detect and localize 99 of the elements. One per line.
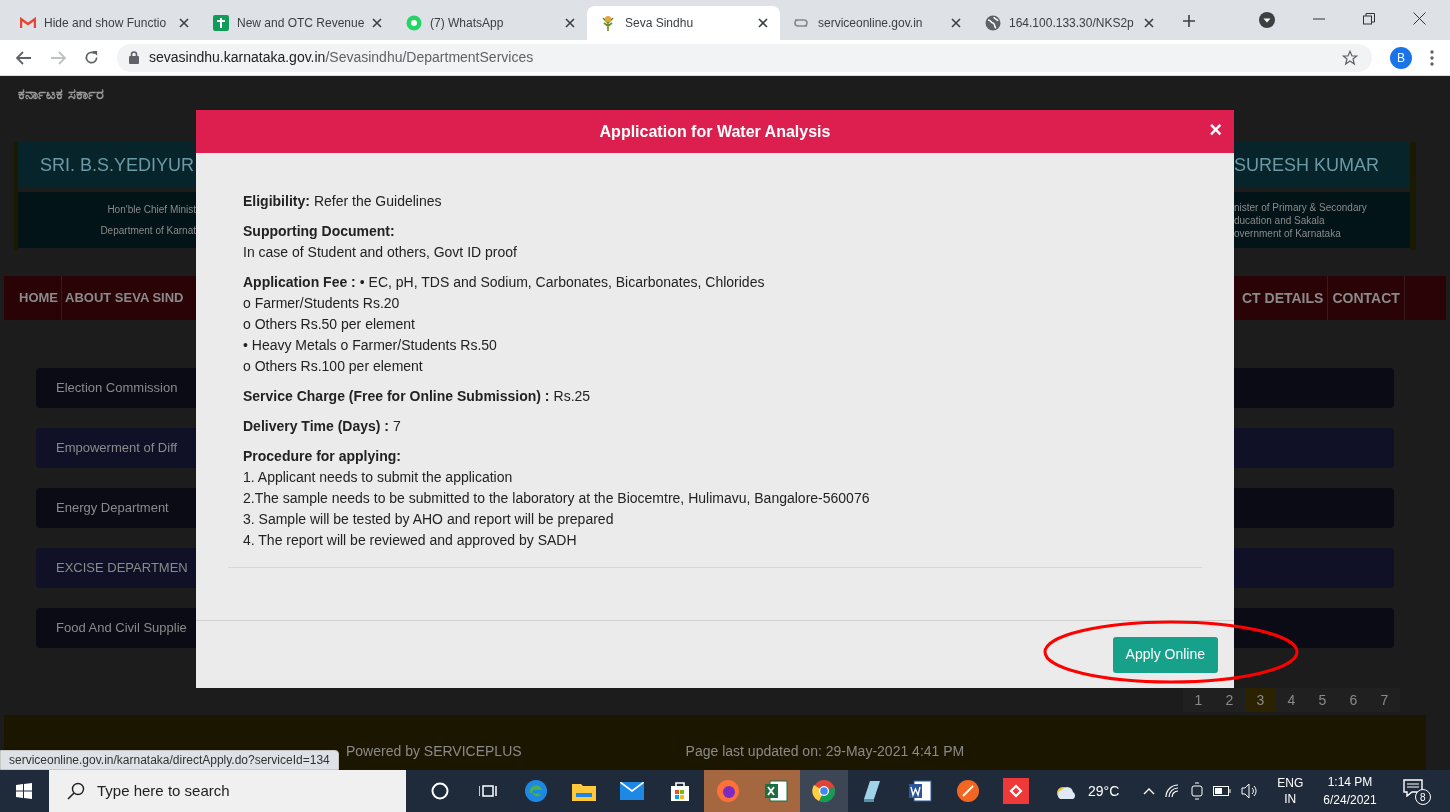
close-window-icon[interactable] xyxy=(1413,12,1426,25)
page-link[interactable]: 4 xyxy=(1276,688,1307,712)
clock[interactable]: 1:14 PM 6/24/2021 xyxy=(1323,773,1377,809)
mail-icon xyxy=(20,17,36,29)
address-field[interactable]: sevasindhu.karnataka.gov.in/Sevasindhu/DepartmentServices xyxy=(117,43,1372,72)
browser-tab[interactable]: (7) WhatsApp xyxy=(394,6,587,40)
browser-icon[interactable] xyxy=(524,779,548,803)
field-label: Eligibility: xyxy=(243,193,310,209)
mail-icon[interactable] xyxy=(620,782,644,800)
notification-count: 8 xyxy=(1414,789,1431,805)
close-icon[interactable] xyxy=(1144,18,1154,28)
page-link[interactable]: 3 xyxy=(1245,688,1276,712)
department-item[interactable]: Empowerment of Diff xyxy=(36,428,196,468)
reload-icon[interactable] xyxy=(84,50,99,65)
status-url: serviceonline.gov.in/karnataka/directApply.do?serviceId=134 xyxy=(0,750,339,770)
field-value: Rs.25 xyxy=(553,388,591,404)
chat-icon xyxy=(406,15,422,31)
page-link[interactable]: 2 xyxy=(1214,688,1245,712)
tab-search-icon[interactable] xyxy=(1259,12,1275,28)
logo-text: ಕರ್ನಾಟಕ ಸರ್ಕಾರ xyxy=(18,83,105,105)
close-icon[interactable] xyxy=(758,18,768,28)
field-value: • EC, pH, TDS and Sodium, Carbonates, Bicarbonates, Chlorides xyxy=(359,274,765,290)
field-value: • Heavy Metals o Farmer/Students Rs.50 xyxy=(243,336,498,355)
nav-link[interactable]: HOME xyxy=(16,276,61,320)
document-icon[interactable] xyxy=(908,779,932,803)
field-value: o Others Rs.50 per element xyxy=(243,315,416,334)
field-label: Procedure for applying: xyxy=(243,447,402,466)
footer-text: Page last updated on: 29-May-2021 4:41 PM xyxy=(685,742,965,761)
modal-title: Application for Water Analysis xyxy=(599,121,831,142)
field-label: Application Fee : xyxy=(243,274,356,290)
notifications-button[interactable]: 8 xyxy=(1402,777,1431,805)
spreadsheet-icon[interactable] xyxy=(764,780,788,802)
lock-icon xyxy=(129,51,139,64)
menu-icon[interactable] xyxy=(1430,49,1434,66)
field-value: 7 xyxy=(393,418,401,434)
close-icon[interactable] xyxy=(179,18,189,28)
field-value: o Others Rs.100 per element xyxy=(243,357,424,376)
battery-icon[interactable] xyxy=(1213,786,1232,796)
field-label: Service Charge (Free for Online Submission) : xyxy=(243,388,550,404)
field-value: 4. The report will be reviewed and approved by SADH xyxy=(243,531,578,550)
tree-icon xyxy=(599,14,617,32)
field-value: 1. Applicant needs to submit the application xyxy=(243,468,514,487)
page-link[interactable]: 7 xyxy=(1369,688,1400,712)
new-tab-icon[interactable] xyxy=(1182,14,1196,28)
banner-caption: overnment of Karnataka xyxy=(1234,226,1342,240)
star-icon[interactable] xyxy=(1342,49,1358,66)
field-value: 2.The sample needs to be submitted to the laboratory at the Biocemtre, Hulimavu, Bangalore-560076 xyxy=(243,489,871,508)
banner-caption: ducation and Sakala xyxy=(1234,213,1326,227)
close-icon[interactable] xyxy=(372,18,383,28)
page-link[interactable]: 5 xyxy=(1307,688,1338,712)
nav-link[interactable]: CONTACT xyxy=(1328,276,1405,320)
banner-caption: nister of Primary & Secondary xyxy=(1234,200,1368,214)
task-view-icon[interactable] xyxy=(479,783,497,799)
apply-online-button[interactable]: Apply Online xyxy=(1112,636,1218,673)
field-value: o Farmer/Students Rs.20 xyxy=(243,294,401,313)
field-value: Refer the Guidelines xyxy=(313,193,442,209)
page-link[interactable]: 6 xyxy=(1338,688,1369,712)
field-label: Delivery Time (Days) : xyxy=(243,418,390,434)
globe-icon xyxy=(985,15,1001,31)
store-icon[interactable] xyxy=(669,780,691,802)
page-link[interactable]: 1 xyxy=(1183,688,1214,712)
back-icon[interactable] xyxy=(16,50,32,65)
field-value: In case of Student and others, Govt ID proof xyxy=(243,243,518,262)
wheel-icon[interactable] xyxy=(812,779,836,803)
speaker-icon[interactable] xyxy=(1241,783,1260,799)
browser-tab[interactable]: 164.100.133.30/NKS2p xyxy=(973,6,1166,40)
profile-avatar[interactable]: B xyxy=(1390,46,1412,69)
nav-link[interactable]: CT DETAILS xyxy=(1238,276,1329,320)
banner-caption: Hon'ble Chief Minist xyxy=(107,203,196,217)
chevron-up-icon[interactable] xyxy=(1143,787,1156,795)
taskbar-search-field[interactable]: Type here to search xyxy=(49,770,406,812)
banner-caption: Department of Karnat xyxy=(100,224,196,238)
url-text: sevasindhu.karnataka.gov.in/Sevasindhu/DepartmentServices xyxy=(149,48,535,67)
browser-tab[interactable]: New and OTC Revenue xyxy=(201,6,394,40)
department-item[interactable]: Election Commission xyxy=(36,368,196,408)
language-indicator[interactable]: ENG IN xyxy=(1277,775,1304,807)
close-icon[interactable] xyxy=(951,18,961,28)
banner-name: SRI. B.S.YEDIYUR xyxy=(18,142,196,188)
department-item[interactable]: Food And Civil Supplie xyxy=(36,608,196,648)
nav-link[interactable]: ABOUT SEVA SIND xyxy=(61,276,187,320)
browser-tab[interactable]: serviceonline.gov.in xyxy=(780,6,973,40)
close-button[interactable]: × xyxy=(1209,118,1222,142)
close-icon[interactable] xyxy=(565,18,575,28)
banner-name: SURESH KUMAR xyxy=(1234,142,1410,188)
circle-icon[interactable] xyxy=(431,782,449,800)
sheet-icon xyxy=(213,15,229,31)
search-icon xyxy=(67,782,85,800)
field-label: Supporting Document: xyxy=(243,222,396,241)
folder-icon[interactable] xyxy=(572,781,596,801)
browser-tab[interactable]: Seva Sindhu xyxy=(587,6,780,40)
department-item[interactable]: EXCISE DEPARTMEN xyxy=(36,548,196,588)
field-value: 3. Sample will be tested by AHO and report will be prepared xyxy=(243,510,615,529)
restore-icon[interactable] xyxy=(1363,13,1375,25)
department-item[interactable] xyxy=(1234,608,1394,648)
browser-tab[interactable]: Hide and show Functio xyxy=(8,6,201,40)
temperature-text: 29°C xyxy=(1088,781,1120,801)
department-item[interactable]: Energy Department xyxy=(36,488,196,528)
footer-text: Powered by SERVICEPLUS xyxy=(346,742,522,761)
start-icon[interactable] xyxy=(16,783,32,799)
